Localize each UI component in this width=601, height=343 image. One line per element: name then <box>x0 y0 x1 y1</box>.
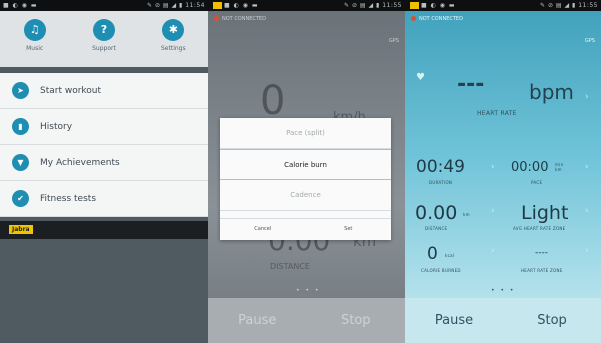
connection-status: NOT CONNECTED <box>411 16 463 22</box>
record-dot-icon <box>411 16 416 21</box>
settings-label: Settings <box>161 45 186 52</box>
question-icon: ? <box>92 19 115 41</box>
gear-icon: ✱ <box>162 19 185 41</box>
quick-actions: ♫ Music ? Support ✱ Settings <box>0 11 208 67</box>
duration-value: 00:49 <box>416 157 465 177</box>
gps-indicator: GPS <box>584 38 595 44</box>
pause-button[interactable]: Pause <box>405 298 503 343</box>
record-dot-icon <box>214 16 219 21</box>
gps-indicator: GPS <box>388 38 399 44</box>
heart-icon: ♥ <box>416 72 425 83</box>
phone-workout-dialog-screen: ■ ◐ ◉ ▬ ✎ ⊘ ▤ ◢ ▮ 11:55 NOT CONNECTED GP… <box>208 0 405 343</box>
cancel-button[interactable]: Cancel <box>220 219 306 240</box>
menu-item-achievements[interactable]: ▼ My Achievements <box>0 145 208 181</box>
status-bar: ■ ◐ ◉ ▬ ✎ ⊘ ▤ ◢ ▮ 11:54 <box>0 0 208 11</box>
chart-icon: ▮ <box>12 118 29 135</box>
menu-item-label: Start workout <box>40 85 102 96</box>
status-notifications: ■ ◐ ◉ ▬ <box>408 0 456 11</box>
status-notifications: ■ ◐ ◉ ▬ <box>211 0 259 11</box>
runner-icon: ➤ <box>12 82 29 99</box>
screenshot-collage: ■ ◐ ◉ ▬ ✎ ⊘ ▤ ◢ ▮ 11:54 ♫ Music ? Suppor… <box>0 0 601 343</box>
page-indicator: • • • <box>296 287 321 294</box>
phone-menu-screen: ■ ◐ ◉ ▬ ✎ ⊘ ▤ ◢ ▮ 11:54 ♫ Music ? Suppor… <box>0 0 208 343</box>
workout-controls: Pause Stop <box>208 298 405 343</box>
calories-value: 0 <box>427 244 438 264</box>
pace-value: 00:00 <box>511 160 549 175</box>
main-menu: ➤ Start workout ▮ History ▼ My Achieveme… <box>0 73 208 217</box>
jabra-logo: Jabra <box>9 225 33 234</box>
option-cadence[interactable]: Cadence <box>220 180 391 211</box>
menu-item-start-workout[interactable]: ➤ Start workout <box>0 73 208 109</box>
chevron-right-icon[interactable]: › <box>585 92 589 102</box>
distance-value: 0.00 <box>415 202 458 224</box>
heart-rate-value: --- <box>457 72 485 97</box>
brand-bar: Jabra <box>0 221 208 239</box>
connection-status: NOT CONNECTED <box>214 16 266 22</box>
phone-workout-dashboard-screen: ■ ◐ ◉ ▬ ✎ ⊘ ▤ ◢ ▮ 11:55 NOT CONNECTED GP… <box>405 0 601 343</box>
status-system-icons: ✎ ⊘ ▤ ◢ ▮ 11:55 <box>344 2 402 9</box>
menu-item-label: Fitness tests <box>40 193 97 204</box>
pace-label: PACE <box>531 180 543 185</box>
menu-item-fitness-tests[interactable]: ✔ Fitness tests <box>0 181 208 217</box>
trophy-icon: ▼ <box>12 154 29 171</box>
status-bar: ■ ◐ ◉ ▬ ✎ ⊘ ▤ ◢ ▮ 11:55 <box>208 0 405 11</box>
chevron-right-icon[interactable]: › <box>585 206 589 216</box>
menu-item-label: My Achievements <box>40 157 120 168</box>
heart-rate-unit: bpm <box>529 80 574 104</box>
status-system-icons: ✎ ⊘ ▤ ◢ ▮ 11:55 <box>540 2 598 9</box>
music-button[interactable]: ♫ Music <box>10 19 60 52</box>
support-button[interactable]: ? Support <box>79 19 129 52</box>
calories-label: CALORIE BURNED <box>421 268 461 273</box>
menu-item-history[interactable]: ▮ History <box>0 109 208 145</box>
chevron-right-icon[interactable]: › <box>491 162 495 172</box>
heart-rate-label: HEART RATE <box>477 110 517 117</box>
page-indicator: • • • <box>491 287 516 294</box>
pace-unit: min km <box>555 162 564 172</box>
heart-zone-label: AVG HEART RATE ZONE <box>513 226 566 231</box>
stop-button[interactable]: Stop <box>307 298 406 343</box>
workout-controls: Pause Stop <box>405 298 601 343</box>
stop-button[interactable]: Stop <box>503 298 601 343</box>
status-bar: ■ ◐ ◉ ▬ ✎ ⊘ ▤ ◢ ▮ 11:55 <box>405 0 601 11</box>
set-button[interactable]: Set <box>306 219 392 240</box>
status-notifications: ■ ◐ ◉ ▬ <box>3 2 38 9</box>
chevron-right-icon[interactable]: › <box>585 162 589 172</box>
option-calorie-burn[interactable]: Calorie burn <box>220 149 391 180</box>
distance-unit: km <box>463 212 470 217</box>
settings-button[interactable]: ✱ Settings <box>148 19 198 52</box>
notification-icon <box>410 2 419 9</box>
hr-zone-label: HEART RATE ZONE <box>521 268 563 273</box>
heart-zone-value: Light <box>521 202 569 224</box>
chevron-right-icon[interactable]: › <box>491 246 495 256</box>
pause-button[interactable]: Pause <box>208 298 307 343</box>
distance-label: DISTANCE <box>270 262 310 271</box>
status-system-icons: ✎ ⊘ ▤ ◢ ▮ 11:54 <box>147 2 205 9</box>
chevron-right-icon[interactable]: › <box>491 206 495 216</box>
metric-picker-dialog: Pace (split) Calorie burn Cadence Cancel… <box>220 118 391 240</box>
menu-item-label: History <box>40 121 73 132</box>
option-pace-split[interactable]: Pace (split) <box>220 118 391 149</box>
support-label: Support <box>92 45 116 52</box>
dialog-buttons: Cancel Set <box>220 218 391 240</box>
check-icon: ✔ <box>12 190 29 207</box>
duration-label: DURATION <box>429 180 453 185</box>
calories-unit: kcal <box>445 253 455 258</box>
distance-label: DISTANCE <box>425 226 448 231</box>
hr-zone-value: ---- <box>535 248 548 258</box>
chevron-right-icon[interactable]: › <box>585 246 589 256</box>
notification-icon <box>213 2 222 9</box>
music-label: Music <box>26 45 44 52</box>
headphones-icon: ♫ <box>23 19 46 41</box>
